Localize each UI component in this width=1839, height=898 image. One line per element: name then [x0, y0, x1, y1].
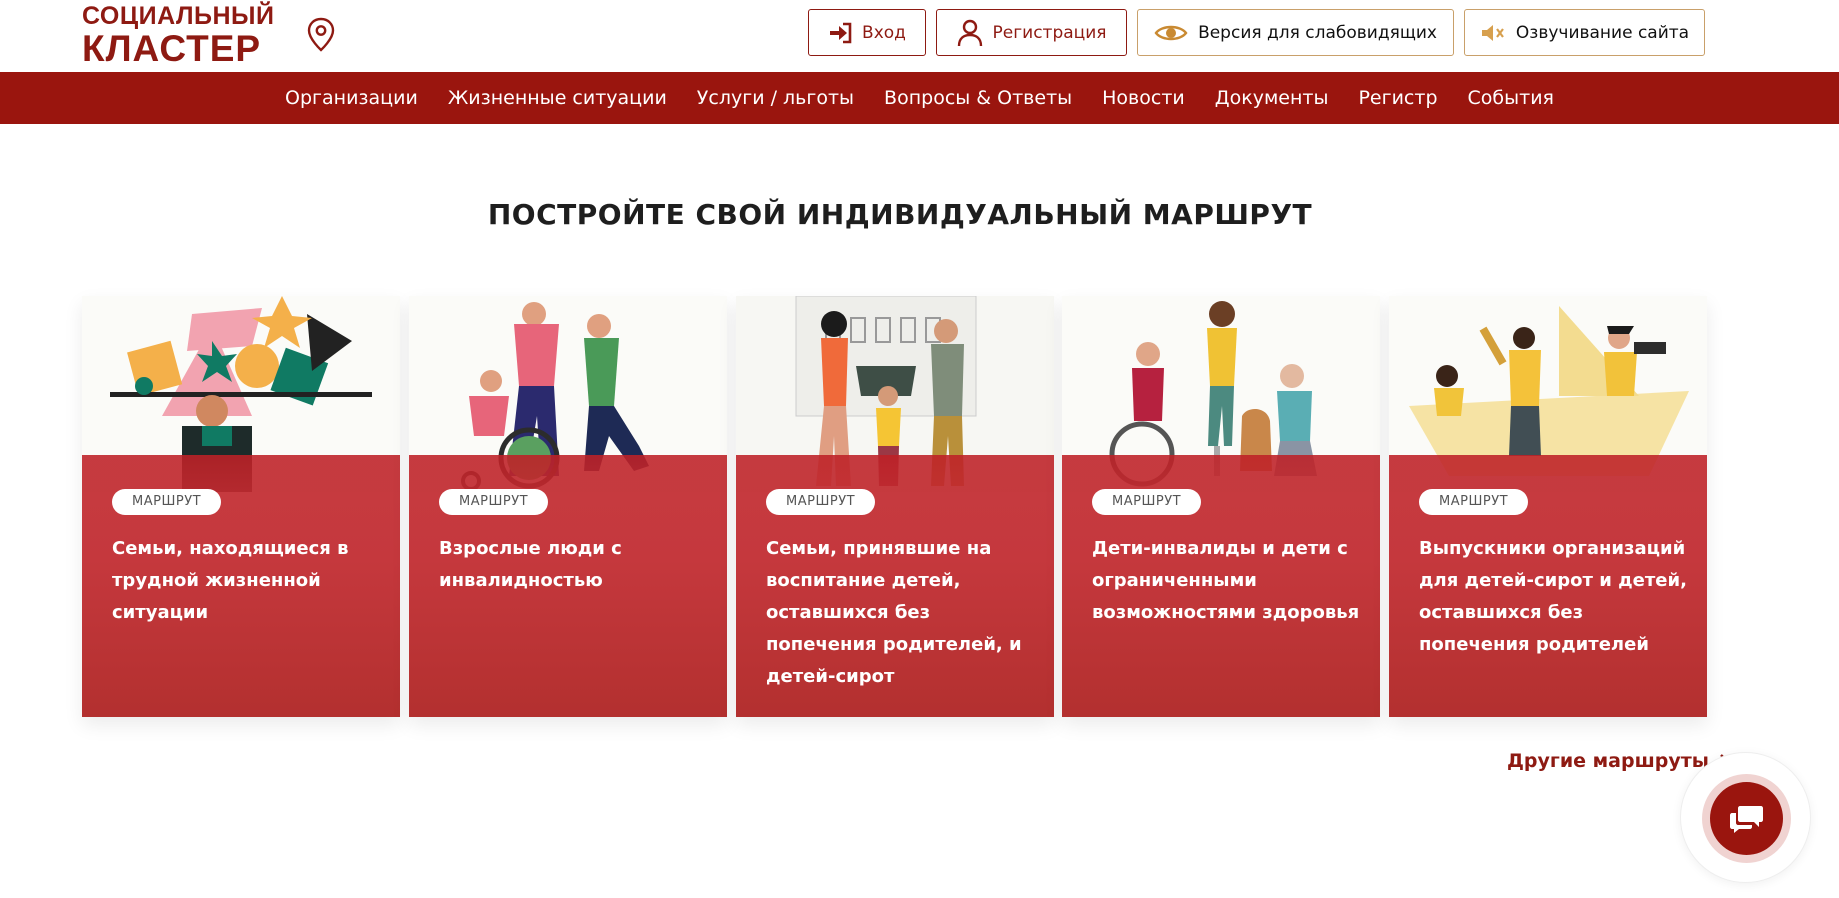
- voice-over-button[interactable]: Озвучивание сайта: [1464, 9, 1705, 56]
- route-card[interactable]: МАРШРУТ Семьи, находящиеся в трудной жиз…: [82, 296, 400, 717]
- main-nav: Организации Жизненные ситуации Услуги / …: [0, 72, 1839, 124]
- card-panel: МАРШРУТ Дети-инвалиды и дети с ограничен…: [1062, 455, 1380, 717]
- nav-item-life-situations[interactable]: Жизненные ситуации: [433, 72, 682, 124]
- card-title: Семьи, находящиеся в трудной жизненной с…: [112, 538, 349, 623]
- other-routes-link[interactable]: Другие маршруты: [1507, 750, 1729, 772]
- login-button[interactable]: Вход: [808, 9, 926, 56]
- top-header: СОЦИАЛЬНЫЙ КЛАСТЕР Вход Регистрация Верс…: [0, 0, 1839, 72]
- card-badge: МАРШРУТ: [112, 489, 222, 515]
- card-badge: МАРШРУТ: [1419, 489, 1529, 515]
- chat-widget: [1680, 752, 1811, 883]
- card-panel: МАРШРУТ Семьи, находящиеся в трудной жиз…: [82, 455, 400, 717]
- route-card[interactable]: МАРШРУТ Взрослые люди с инвалидностью: [409, 296, 727, 717]
- route-card[interactable]: МАРШРУТ Дети-инвалиды и дети с ограничен…: [1062, 296, 1380, 717]
- nav-item-services[interactable]: Услуги / льготы: [682, 72, 869, 124]
- speaker-muted-icon: [1481, 24, 1504, 41]
- low-vision-button[interactable]: Версия для слабовидящих: [1137, 9, 1454, 56]
- card-title: Выпускники организаций для детей-сирот и…: [1419, 538, 1687, 655]
- login-icon: [830, 22, 852, 43]
- nav-item-events[interactable]: События: [1453, 72, 1569, 124]
- logo-line-2: КЛАСТЕР: [82, 28, 262, 69]
- chat-button-ring: [1702, 774, 1791, 863]
- other-routes-label: Другие маршруты: [1507, 750, 1709, 772]
- card-title: Дети-инвалиды и дети с ограниченными воз…: [1092, 538, 1360, 623]
- chat-icon: [1729, 805, 1763, 833]
- route-card[interactable]: МАРШРУТ Семьи, принявшие на воспитание д…: [736, 296, 1054, 717]
- nav-item-documents[interactable]: Документы: [1200, 72, 1344, 124]
- section-title: ПОСТРОЙТЕ СВОЙ ИНДИВИДУАЛЬНЫЙ МАРШРУТ: [487, 198, 1313, 231]
- nav-item-news[interactable]: Новости: [1087, 72, 1200, 124]
- card-panel: МАРШРУТ Семьи, принявшие на воспитание д…: [736, 455, 1054, 717]
- site-logo[interactable]: СОЦИАЛЬНЫЙ КЛАСТЕР: [82, 2, 275, 69]
- card-title: Взрослые люди с инвалидностью: [439, 538, 622, 591]
- logo-line-1: СОЦИАЛЬНЫЙ: [82, 2, 275, 30]
- register-label: Регистрация: [992, 22, 1107, 43]
- card-badge: МАРШРУТ: [1092, 489, 1202, 515]
- nav-item-register[interactable]: Регистр: [1343, 72, 1452, 124]
- chat-button[interactable]: [1710, 782, 1783, 855]
- user-icon: [957, 19, 982, 46]
- route-card[interactable]: МАРШРУТ Выпускники организаций для детей…: [1389, 296, 1707, 717]
- nav-item-organizations[interactable]: Организации: [270, 72, 433, 124]
- card-title: Семьи, принявшие на воспитание детей, ос…: [766, 538, 1022, 687]
- register-button[interactable]: Регистрация: [936, 9, 1127, 56]
- card-panel: МАРШРУТ Взрослые люди с инвалидностью: [409, 455, 727, 717]
- card-badge: МАРШРУТ: [766, 489, 876, 515]
- login-label: Вход: [862, 22, 906, 43]
- card-panel: МАРШРУТ Выпускники организаций для детей…: [1389, 455, 1707, 717]
- eye-icon: [1154, 25, 1188, 40]
- map-pin-icon[interactable]: [306, 17, 336, 53]
- low-vision-label: Версия для слабовидящих: [1198, 22, 1437, 43]
- card-badge: МАРШРУТ: [439, 489, 549, 515]
- voice-over-label: Озвучивание сайта: [1515, 22, 1690, 43]
- nav-item-faq[interactable]: Вопросы & Ответы: [869, 72, 1087, 124]
